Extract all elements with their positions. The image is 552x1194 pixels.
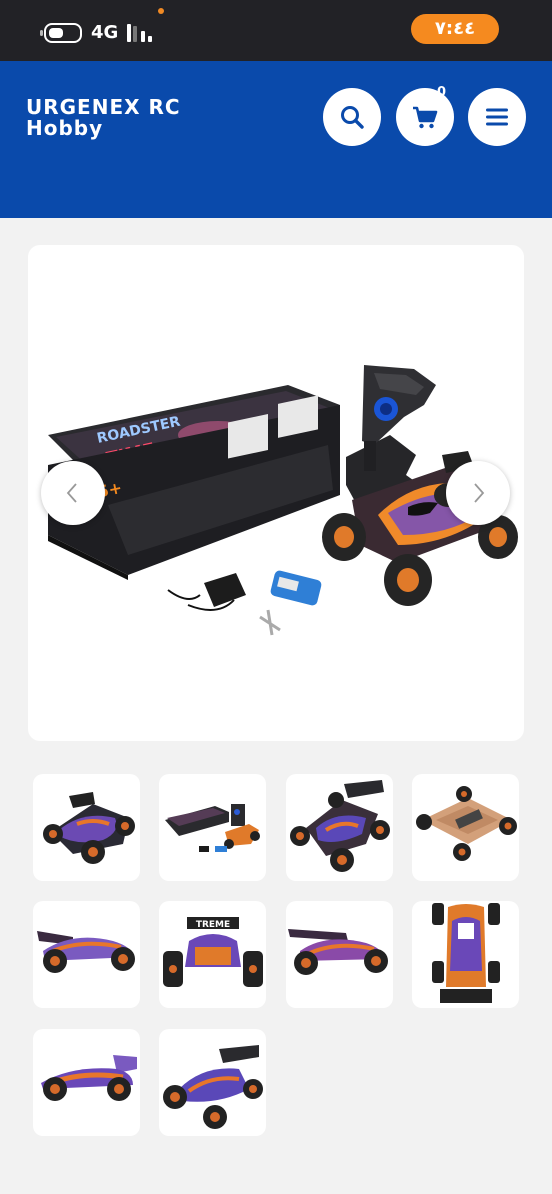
hamburger-menu-icon	[486, 108, 508, 126]
thumbnail-image	[165, 804, 260, 852]
battery-icon	[40, 23, 82, 43]
thumbnail-image	[288, 929, 388, 975]
thumbnail-image	[290, 780, 390, 872]
thumbnail-image	[41, 1055, 137, 1101]
notification-dot	[158, 8, 164, 14]
network-type: 4G	[91, 22, 119, 43]
status-time: ٧:٤٤	[411, 14, 499, 44]
thumbnail[interactable]	[159, 774, 266, 881]
thumbnail[interactable]	[286, 774, 393, 881]
thumbnail[interactable]	[159, 1029, 266, 1136]
thumbnail-text: TREME	[196, 920, 230, 930]
brand-subname: Hobby	[26, 116, 104, 140]
cart-icon	[413, 106, 438, 129]
status-bar: 4G ٧:٤٤	[0, 0, 552, 61]
chevron-left-icon	[66, 483, 77, 503]
search-icon	[341, 106, 364, 129]
thumbnail[interactable]	[33, 901, 140, 1008]
signal-icon	[127, 24, 157, 42]
thumbnail[interactable]	[412, 774, 519, 881]
site-header: URGENEX RC Hobby 0	[0, 61, 552, 218]
thumbnail-image	[416, 786, 517, 861]
menu-button[interactable]	[468, 88, 526, 146]
thumbnail[interactable]	[33, 1029, 140, 1136]
prev-image-button[interactable]	[41, 461, 105, 525]
chevron-right-icon	[474, 483, 485, 503]
thumbnail-image: TREME	[163, 917, 263, 987]
thumbnail-image	[43, 792, 135, 864]
brand-logo[interactable]: URGENEX RC Hobby	[26, 97, 181, 139]
main-product-image[interactable]: ROADSTER TIME 75+	[28, 245, 524, 741]
thumbnail-image	[37, 931, 135, 973]
thumbnail[interactable]: TREME	[159, 901, 266, 1008]
search-button[interactable]	[323, 88, 381, 146]
thumbnail[interactable]	[286, 901, 393, 1008]
next-image-button[interactable]	[446, 461, 510, 525]
cart-count-badge: 0	[437, 85, 447, 100]
thumbnail[interactable]	[412, 901, 519, 1008]
thumbnail-image	[163, 1045, 263, 1129]
brand-name: URGENEX RC	[26, 95, 181, 119]
thumbnail[interactable]	[33, 774, 140, 881]
thumbnail-image	[432, 903, 500, 1003]
